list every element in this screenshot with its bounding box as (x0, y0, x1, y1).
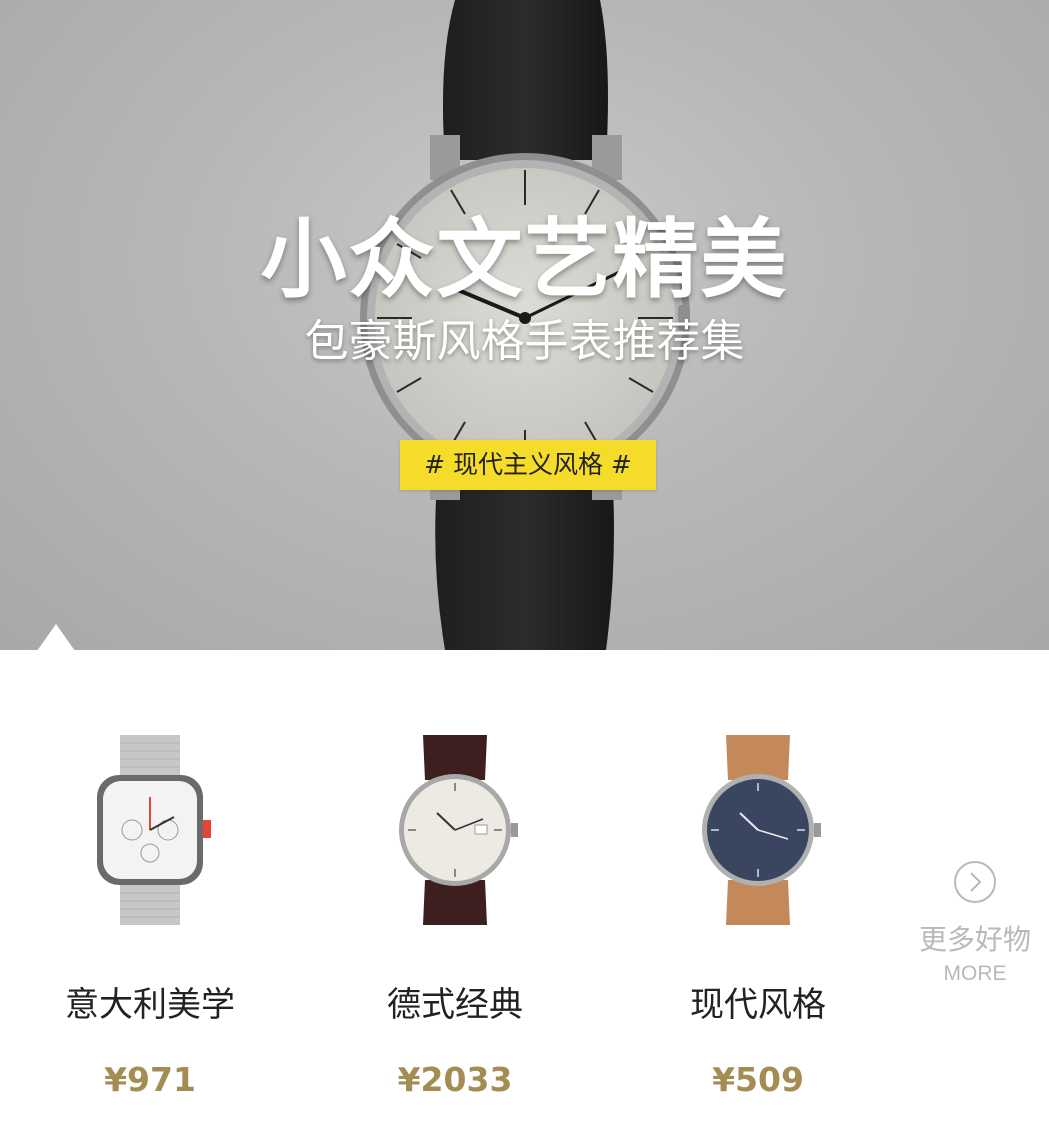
silver-mesh-chronograph-watch-icon (97, 735, 211, 925)
brown-leather-dress-watch-icon (399, 735, 518, 925)
product-card[interactable]: 现代风格 ¥509 (608, 650, 908, 1124)
product-name: 意大利美学 (65, 985, 235, 1025)
product-price: ¥971 (104, 1060, 196, 1099)
product-price: ¥2033 (397, 1060, 513, 1099)
hero-banner[interactable]: 小众文艺精美 包豪斯风格手表推荐集 # 现代主义风格 # (0, 0, 1049, 650)
hero-subtitle: 包豪斯风格手表推荐集 (304, 316, 745, 367)
product-name: 现代风格 (690, 985, 826, 1025)
product-name: 德式经典 (387, 985, 523, 1025)
hero-style-tag[interactable]: # 现代主义风格 # (400, 440, 656, 490)
more-label: 更多好物 (918, 923, 1031, 956)
tan-strap-navy-dial-watch-icon (702, 735, 821, 925)
product-card[interactable]: 德式经典 ¥2033 (305, 650, 605, 1124)
hero-title: 小众文艺精美 (260, 210, 789, 310)
more-sublabel: MORE (943, 962, 1007, 985)
hero-pointer-notch (37, 624, 75, 650)
page: 小众文艺精美 包豪斯风格手表推荐集 # 现代主义风格 # 意大利美学 ¥971 … (0, 0, 1049, 1124)
product-card[interactable]: 意大利美学 ¥971 (0, 650, 300, 1124)
product-list: 意大利美学 ¥971 德式经典 ¥2033 现代风格 ¥509 更多好物 MOR… (0, 650, 1049, 1124)
product-price: ¥509 (712, 1060, 804, 1099)
more-button[interactable]: 更多好物 MORE (905, 860, 1045, 1010)
chevron-right-circle-icon (954, 861, 996, 903)
